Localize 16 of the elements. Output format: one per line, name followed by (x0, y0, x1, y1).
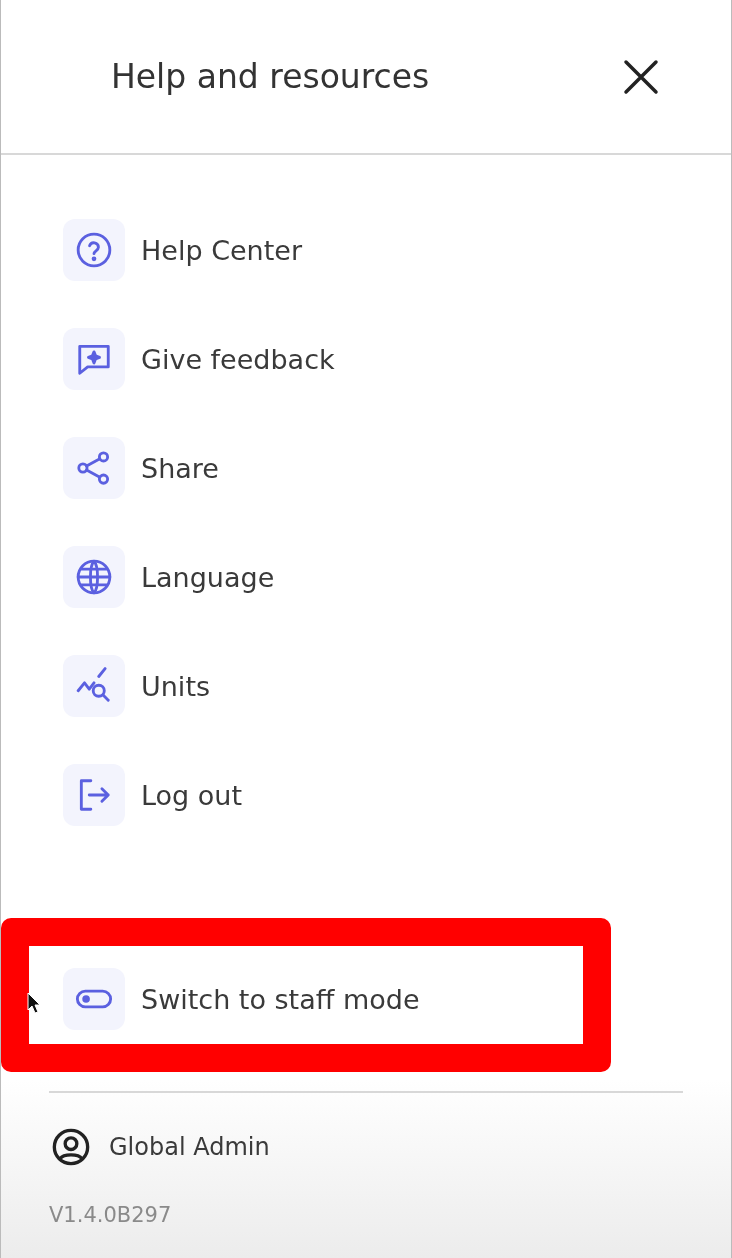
mouse-pointer-icon (27, 992, 41, 1014)
chart-search-icon (75, 667, 113, 705)
menu-item[interactable]: Language (63, 546, 731, 608)
menu-item[interactable]: Switch to staff mode (63, 968, 731, 1030)
menu-item[interactable]: Give feedback (63, 328, 731, 390)
version-text: V1.4.0B297 (48, 1202, 173, 1227)
menu-item[interactable]: Help Center (63, 219, 731, 281)
globe-icon (75, 558, 113, 596)
close-icon (623, 58, 659, 95)
menu-item[interactable]: Log out (63, 764, 731, 826)
menu-item[interactable]: Units (63, 655, 731, 717)
user-name: Global Admin (109, 1133, 270, 1161)
user-avatar-icon (51, 1127, 91, 1167)
menu-item[interactable]: Share (63, 437, 731, 499)
question-icon (75, 231, 113, 269)
panel-title: Help and resources (111, 57, 430, 96)
